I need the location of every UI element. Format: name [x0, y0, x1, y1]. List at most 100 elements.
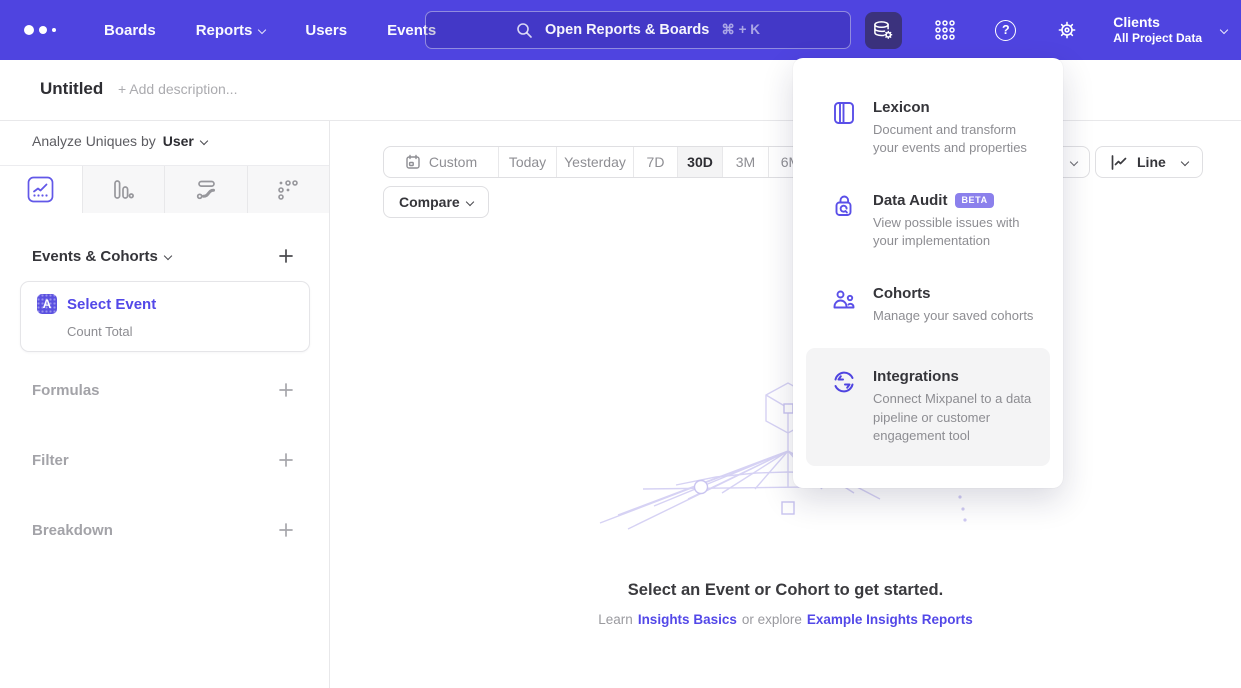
- date-range-custom[interactable]: Custom: [384, 147, 498, 177]
- chevron-down-icon: [258, 25, 266, 33]
- bar-chart-icon: [111, 178, 135, 202]
- beta-badge: BETA: [955, 193, 993, 208]
- plus-icon: [278, 452, 294, 468]
- menu-item-data-audit[interactable]: Data Audit BETA View possible issues wit…: [793, 175, 1063, 268]
- empty-state-subtext: Learn Insights Basics or explore Example…: [330, 612, 1241, 627]
- menu-item-description: View possible issues with your implement…: [873, 214, 1043, 251]
- menu-item-cohorts[interactable]: Cohorts Manage your saved cohorts: [793, 268, 1063, 342]
- chevron-down-icon: [164, 251, 172, 259]
- data-management-button[interactable]: [865, 12, 902, 49]
- analyze-by-dropdown[interactable]: User: [163, 133, 207, 149]
- breakdown-section-label: Breakdown: [32, 522, 113, 539]
- date-range-today[interactable]: Today: [498, 147, 556, 177]
- nav-item-users[interactable]: Users: [305, 22, 347, 39]
- add-event-button[interactable]: [275, 245, 297, 267]
- menu-item-title: Data Audit BETA: [873, 192, 1043, 209]
- plus-icon: [278, 522, 294, 538]
- search-icon: [516, 22, 533, 39]
- mixpanel-logo[interactable]: [24, 25, 64, 35]
- cohorts-icon: [831, 286, 857, 312]
- compare-dropdown[interactable]: Compare: [383, 186, 489, 218]
- menu-item-lexicon[interactable]: Lexicon Document and transform your even…: [793, 82, 1063, 175]
- chevron-down-icon: [1181, 158, 1189, 166]
- filter-section-label: Filter: [32, 452, 69, 469]
- chevron-down-icon: [200, 137, 208, 145]
- report-canvas: Custom Today Yesterday 7D 30D 3M 6M Line…: [330, 121, 1241, 688]
- cohorts-title: Cohorts: [873, 285, 931, 302]
- flow-icon: [194, 178, 218, 202]
- top-navigation-bar: Boards Reports Users Events Open Reports…: [0, 0, 1241, 60]
- select-event-label[interactable]: Select Event: [67, 296, 156, 313]
- apps-grid-icon: [934, 19, 956, 41]
- menu-item-description: Manage your saved cohorts: [873, 307, 1043, 325]
- example-insights-reports-link[interactable]: Example Insights Reports: [807, 612, 973, 627]
- add-description-field[interactable]: + Add description...: [118, 81, 237, 97]
- lexicon-title: Lexicon: [873, 99, 930, 116]
- search-placeholder: Open Reports & Boards: [545, 22, 709, 38]
- report-title[interactable]: Untitled: [40, 79, 103, 99]
- compare-label: Compare: [399, 194, 460, 210]
- tab-bar-chart[interactable]: [82, 166, 165, 213]
- nav-item-boards[interactable]: Boards: [104, 22, 156, 39]
- project-name: All Project Data: [1113, 31, 1202, 46]
- integrations-title: Integrations: [873, 368, 959, 385]
- tab-flow[interactable]: [164, 166, 247, 213]
- menu-item-title: Lexicon: [873, 99, 1043, 116]
- date-range-yesterday[interactable]: Yesterday: [556, 147, 633, 177]
- chevron-down-icon: [465, 198, 473, 206]
- integrations-icon: [831, 369, 857, 395]
- tab-line-chart[interactable]: [0, 166, 82, 213]
- nav-item-reports-label: Reports: [196, 22, 253, 39]
- chevron-down-icon: [1220, 26, 1228, 34]
- settings-gear-icon: [1056, 19, 1078, 41]
- add-breakdown-button[interactable]: [275, 519, 297, 541]
- analyze-by-value: User: [163, 133, 194, 149]
- help-button[interactable]: ?: [987, 12, 1024, 49]
- nav-item-reports[interactable]: Reports: [196, 22, 266, 39]
- plus-icon: [278, 248, 294, 264]
- data-management-menu: Lexicon Document and transform your even…: [793, 58, 1063, 488]
- project-switcher[interactable]: Clients All Project Data: [1113, 14, 1227, 47]
- date-range-30d[interactable]: 30D: [677, 147, 722, 177]
- insights-basics-link[interactable]: Insights Basics: [638, 612, 737, 627]
- events-cohorts-label: Events & Cohorts: [32, 248, 158, 265]
- search-shortcut: ⌘ + K: [721, 22, 760, 38]
- event-series-badge: A: [37, 294, 57, 314]
- settings-button[interactable]: [1048, 12, 1085, 49]
- data-management-icon: [872, 19, 895, 42]
- query-builder-sidebar: Analyze Uniques by User: [0, 121, 330, 688]
- data-audit-title: Data Audit: [873, 192, 947, 209]
- menu-item-title: Integrations: [873, 368, 1036, 385]
- book-icon: [831, 100, 857, 126]
- select-event-card[interactable]: A Select Event Count Total: [20, 281, 310, 352]
- date-range-7d[interactable]: 7D: [633, 147, 677, 177]
- chart-type-tabs: [0, 165, 329, 213]
- learn-prefix: Learn: [598, 612, 633, 627]
- audit-icon: [831, 193, 857, 219]
- add-filter-button[interactable]: [275, 449, 297, 471]
- count-total-label[interactable]: Count Total: [67, 324, 133, 339]
- plus-icon: [278, 382, 294, 398]
- tab-metrics[interactable]: [247, 166, 330, 213]
- menu-item-title: Cohorts: [873, 285, 1043, 302]
- menu-item-description: Document and transform your events and p…: [873, 121, 1043, 158]
- help-icon: ?: [995, 20, 1016, 41]
- metrics-icon: [276, 178, 300, 202]
- calendar-icon: [405, 154, 421, 170]
- date-range-3m[interactable]: 3M: [722, 147, 768, 177]
- add-formula-button[interactable]: [275, 379, 297, 401]
- menu-item-description: Connect Mixpanel to a data pipeline or c…: [873, 390, 1036, 445]
- chart-type-label: Line: [1137, 154, 1166, 170]
- or-explore-text: or explore: [742, 612, 802, 627]
- chart-type-dropdown[interactable]: Line: [1095, 146, 1203, 178]
- line-chart-icon: [1110, 154, 1128, 171]
- search-input[interactable]: Open Reports & Boards ⌘ + K: [425, 11, 851, 49]
- chevron-down-icon: [1070, 158, 1078, 166]
- menu-item-integrations[interactable]: Integrations Connect Mixpanel to a data …: [806, 348, 1050, 465]
- analyze-label: Analyze Uniques by: [32, 133, 156, 149]
- apps-grid-button[interactable]: [926, 12, 963, 49]
- date-range-custom-label: Custom: [429, 154, 477, 170]
- line-chart-icon: [27, 176, 54, 203]
- events-cohorts-header[interactable]: Events & Cohorts: [32, 248, 171, 265]
- org-name: Clients: [1113, 14, 1202, 32]
